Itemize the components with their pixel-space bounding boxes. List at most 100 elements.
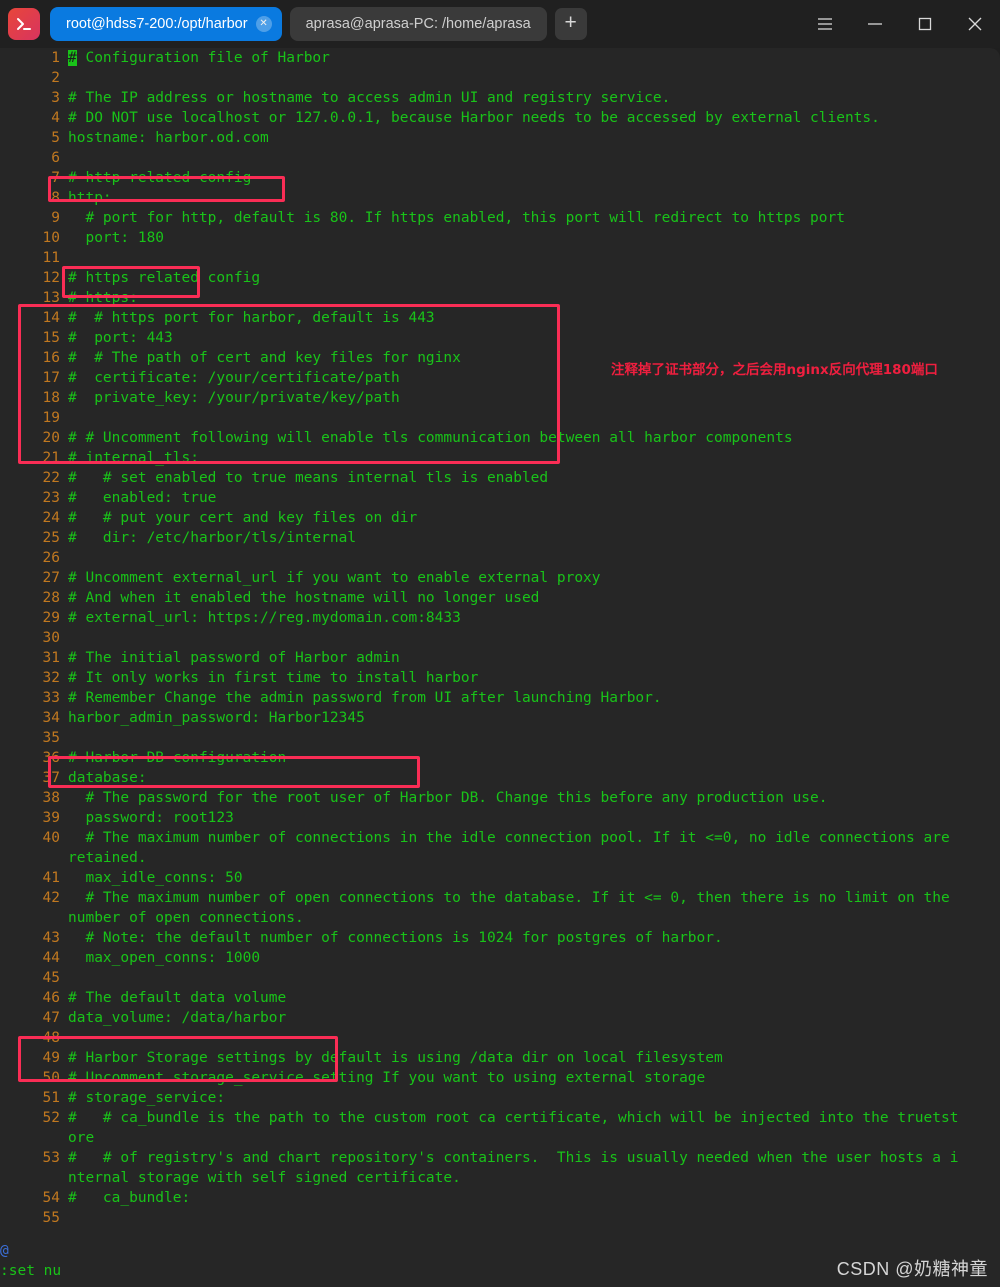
line-text: ore [68,1130,95,1146]
line-text: http: [68,190,112,206]
editor-line: retained. [0,848,1000,868]
close-icon[interactable] [950,0,1000,48]
line-text: # # The path of cert and key files for n… [68,350,461,366]
editor-line: 9 # port for http, default is 80. If htt… [0,208,1000,228]
editor-line: 29 # external_url: https://reg.mydomain.c… [0,608,1000,628]
line-text: # # https port for harbor, default is 44… [68,310,435,326]
editor-line: 18 # private_key: /your/private/key/path [0,388,1000,408]
line-number: 2 [51,70,60,86]
tab-label: aprasa@aprasa-PC: /home/aprasa [305,16,531,32]
minimize-icon[interactable] [850,0,900,48]
tab-label: root@hdss7-200:/opt/harbor [66,16,248,32]
line-text: # Harbor DB configuration [68,750,287,766]
line-number: 38 [42,790,60,806]
editor-line: nternal storage with self signed certifi… [0,1168,1000,1188]
editor-line: 37 database: [0,768,1000,788]
line-text: # The default data volume [68,990,287,1006]
line-number: 12 [42,270,60,286]
line-text: max_open_conns: 1000 [68,950,261,966]
line-number: 18 [42,390,60,406]
line-number: 11 [42,250,60,266]
line-number: 24 [42,510,60,526]
line-text: hostname: harbor.od.com [68,130,269,146]
editor-line: 46 # The default data volume [0,988,1000,1008]
line-number: 27 [42,570,60,586]
line-number: 22 [42,470,60,486]
tab-aprasa-home[interactable]: aprasa@aprasa-PC: /home/aprasa [289,7,547,41]
line-number: 19 [42,410,60,426]
new-tab-button[interactable]: + [554,8,587,40]
editor-line: 25 # dir: /etc/harbor/tls/internal [0,528,1000,548]
editor-line: 22 # # set enabled to true means internal… [0,468,1000,488]
annotation-note-text: 注释掉了证书部分，之后会用nginx反向代理180端口 [611,362,938,378]
line-text: # storage_service: [68,1090,226,1106]
editor-line: 54 # ca_bundle: [0,1188,1000,1208]
line-text: # port for http, default is 80. If https… [68,210,845,226]
line-text: number of open connections. [68,910,304,926]
editor-line: 30 [0,628,1000,648]
editor-line: 7 # http related config [0,168,1000,188]
line-number: 30 [42,630,60,646]
maximize-icon[interactable] [900,0,950,48]
editor-line: 47 data_volume: /data/harbor [0,1008,1000,1028]
line-text: # Remember Change the admin password fro… [68,690,662,706]
line-number: 17 [42,370,60,386]
line-text: nternal storage with self signed certifi… [68,1170,461,1186]
editor-buffer[interactable]: 1 # Configuration file of Harbor 2 3 # The I… [0,48,1000,1228]
editor-line: 12 # https related config [0,268,1000,288]
line-text: max_idle_conns: 50 [68,870,243,886]
line-text: # # of registry's and chart repository's… [68,1150,959,1166]
line-number: 32 [42,670,60,686]
line-number: 10 [42,230,60,246]
csdn-watermark: CSDN @奶糖神童 [836,1259,988,1279]
line-number: 47 [42,1010,60,1026]
line-text: # The maximum number of connections in t… [68,830,950,846]
editor-line: 3 # The IP address or hostname to access … [0,88,1000,108]
editor-line: 49 # Harbor Storage settings by default i… [0,1048,1000,1068]
line-number: 26 [42,550,60,566]
line-text: # # set enabled to true means internal t… [68,470,549,486]
editor-line: 4 # DO NOT use localhost or 127.0.0.1, be… [0,108,1000,128]
line-text: # private_key: /your/private/key/path [68,390,400,406]
hamburger-menu-icon[interactable] [800,0,850,48]
line-text: data_volume: /data/harbor [68,1010,287,1026]
line-text: # Note: the default number of connection… [68,930,723,946]
line-number: 9 [51,210,60,226]
line-number: 21 [42,450,60,466]
line-text: # # ca_bundle is the path to the custom … [68,1110,959,1126]
editor-line: 38 # The password for the root user of H… [0,788,1000,808]
editor-line: 51 # storage_service: [0,1088,1000,1108]
tab-close-icon[interactable]: ✕ [255,16,272,32]
editor-line: 43 # Note: the default number of connect… [0,928,1000,948]
tab-root-harbor[interactable]: root@hdss7-200:/opt/harbor ✕ [50,7,282,41]
line-text: # external_url: https://reg.mydomain.com… [68,610,461,626]
editor-line: 14 # # https port for harbor, default is … [0,308,1000,328]
line-text: # Uncomment external_url if you want to … [68,570,601,586]
text-cursor: # [68,50,77,66]
line-number: 33 [42,690,60,706]
line-number: 44 [42,950,60,966]
editor-line: 53 # # of registry's and chart repository… [0,1148,1000,1168]
line-number: 43 [42,930,60,946]
vim-status-line: @ [0,1243,9,1259]
line-number: 42 [42,890,60,906]
line-number: 46 [42,990,60,1006]
line-number: 23 [42,490,60,506]
line-text: # ca_bundle: [68,1190,191,1206]
editor-line: 21 # internal_tls: [0,448,1000,468]
line-number: 20 [42,430,60,446]
line-number: 45 [42,970,60,986]
line-number: 51 [42,1090,60,1106]
editor-line: 45 [0,968,1000,988]
terminal-window[interactable]: 1 # Configuration file of Harbor 2 3 # The I… [0,48,1000,1287]
line-number: 6 [51,150,60,166]
line-number: 54 [42,1190,60,1206]
line-text: # The IP address or hostname to access a… [68,90,671,106]
line-number: 49 [42,1050,60,1066]
line-text: harbor_admin_password: Harbor12345 [68,710,365,726]
line-text: port: 180 [68,230,165,246]
line-text: # The initial password of Harbor admin [68,650,400,666]
line-number: 53 [42,1150,60,1166]
editor-line: 32 # It only works in first time to insta… [0,668,1000,688]
line-text: database: [68,770,147,786]
